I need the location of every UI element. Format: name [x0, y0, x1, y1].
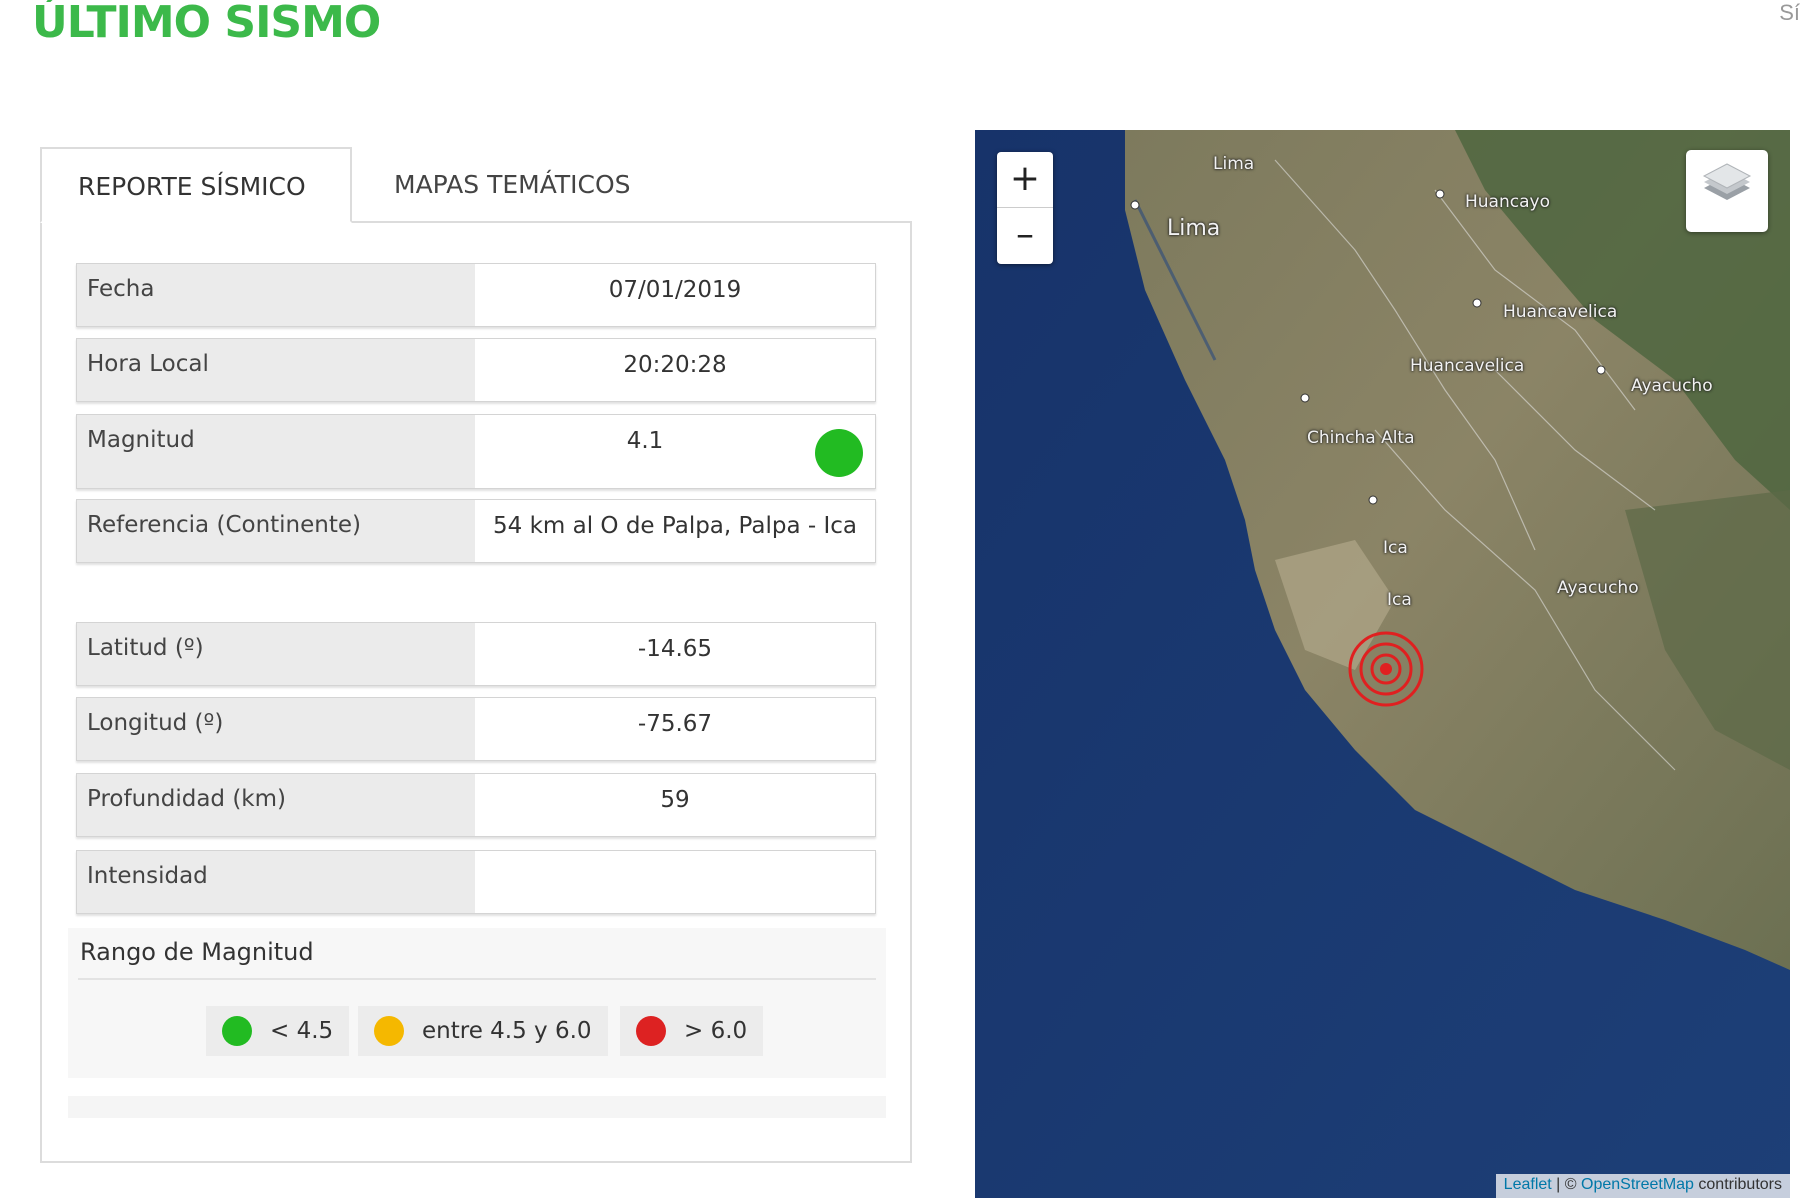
row-label: Magnitud — [77, 415, 475, 488]
row-intensidad: Intensidad — [76, 850, 876, 914]
leaflet-link[interactable]: Leaflet — [1504, 1176, 1552, 1193]
layers-button[interactable] — [1686, 150, 1768, 232]
legend-dot-icon — [374, 1016, 404, 1046]
row-latitud: Latitud (º) -14.65 — [76, 622, 876, 686]
header-corner-text: Sí — [1779, 0, 1800, 25]
layers-icon — [1702, 163, 1752, 200]
row-label: Fecha — [77, 264, 475, 326]
map-label-city: Chincha Alta — [1307, 428, 1415, 448]
legend-dot-icon — [636, 1016, 666, 1046]
magnitude-indicator-icon — [815, 429, 863, 477]
row-referencia: Referencia (Continente) 54 km al O de Pa… — [76, 499, 876, 563]
map-label-city: Ica — [1387, 590, 1412, 610]
legend-dot-icon — [222, 1016, 252, 1046]
map-attribution: Leaflet | © OpenStreetMap contributors — [1495, 1174, 1790, 1198]
legend-label: > 6.0 — [684, 1018, 748, 1044]
row-fecha: Fecha 07/01/2019 — [76, 263, 876, 327]
report-panel: Fecha 07/01/2019 Hora Local 20:20:28 Mag… — [40, 221, 912, 1163]
legend-item-high: > 6.0 — [620, 1006, 764, 1056]
osm-link[interactable]: OpenStreetMap — [1581, 1176, 1694, 1193]
row-label: Referencia (Continente) — [77, 500, 475, 562]
tab-bar: REPORTE SÍSMICO MAPAS TEMÁTICOS — [40, 147, 912, 223]
row-value: 20:20:28 — [623, 352, 727, 378]
row-value: -14.65 — [637, 636, 713, 662]
row-hora-local: Hora Local 20:20:28 — [76, 338, 876, 402]
row-value: 07/01/2019 — [608, 277, 742, 303]
legend-label: < 4.5 — [270, 1018, 334, 1044]
row-value: 59 — [660, 787, 690, 813]
legend-label: entre 4.5 y 6.0 — [422, 1018, 592, 1044]
page-title: ÚLTIMO SISMO — [32, 0, 381, 48]
map-label-city: Ica — [1383, 538, 1408, 558]
row-label: Longitud (º) — [77, 698, 475, 760]
attribution-separator: | © — [1551, 1176, 1581, 1193]
zoom-in-button[interactable]: + — [997, 152, 1053, 208]
legend-item-low: < 4.5 — [206, 1006, 350, 1056]
map-label-city: Lima — [1213, 154, 1255, 174]
map-label-city: Huancavelica — [1410, 356, 1525, 376]
map-label-city: Ayacucho — [1631, 376, 1713, 396]
zoom-control: + – — [997, 152, 1053, 264]
tab-mapas-tematicos[interactable]: MAPAS TEMÁTICOS — [358, 147, 698, 223]
epicenter-map[interactable]: Lima Lima Huancayo Huancavelica Huancave… — [975, 130, 1790, 1198]
tab-underline — [350, 221, 912, 223]
map-label-city: Huancavelica — [1503, 302, 1618, 322]
row-value: -75.67 — [637, 711, 713, 737]
zoom-out-button[interactable]: – — [997, 208, 1053, 264]
attribution-suffix: contributors — [1693, 1176, 1782, 1193]
range-divider — [78, 978, 876, 980]
row-value — [475, 851, 875, 913]
map-label-city: Ayacucho — [1557, 578, 1639, 598]
range-title: Rango de Magnitud — [80, 938, 314, 966]
panel-bottom-strip — [68, 1096, 886, 1118]
magnitude-range-box: Rango de Magnitud < 4.5 entre 4.5 y 6.0 … — [68, 928, 886, 1078]
legend-item-medium: entre 4.5 y 6.0 — [358, 1006, 608, 1056]
row-value: 54 km al O de Palpa, Palpa - Ica — [493, 513, 857, 539]
row-label: Intensidad — [77, 851, 475, 913]
row-magnitud: Magnitud 4.1 — [76, 414, 876, 489]
map-label-city: Lima — [1167, 216, 1221, 241]
row-profundidad: Profundidad (km) 59 — [76, 773, 876, 837]
row-label: Hora Local — [77, 339, 475, 401]
row-label: Latitud (º) — [77, 623, 475, 685]
satellite-terrain — [975, 130, 1790, 1198]
row-label: Profundidad (km) — [77, 774, 475, 836]
row-longitud: Longitud (º) -75.67 — [76, 697, 876, 761]
tab-reporte-sismico[interactable]: REPORTE SÍSMICO — [40, 147, 352, 223]
map-label-city: Huancayo — [1465, 192, 1550, 212]
